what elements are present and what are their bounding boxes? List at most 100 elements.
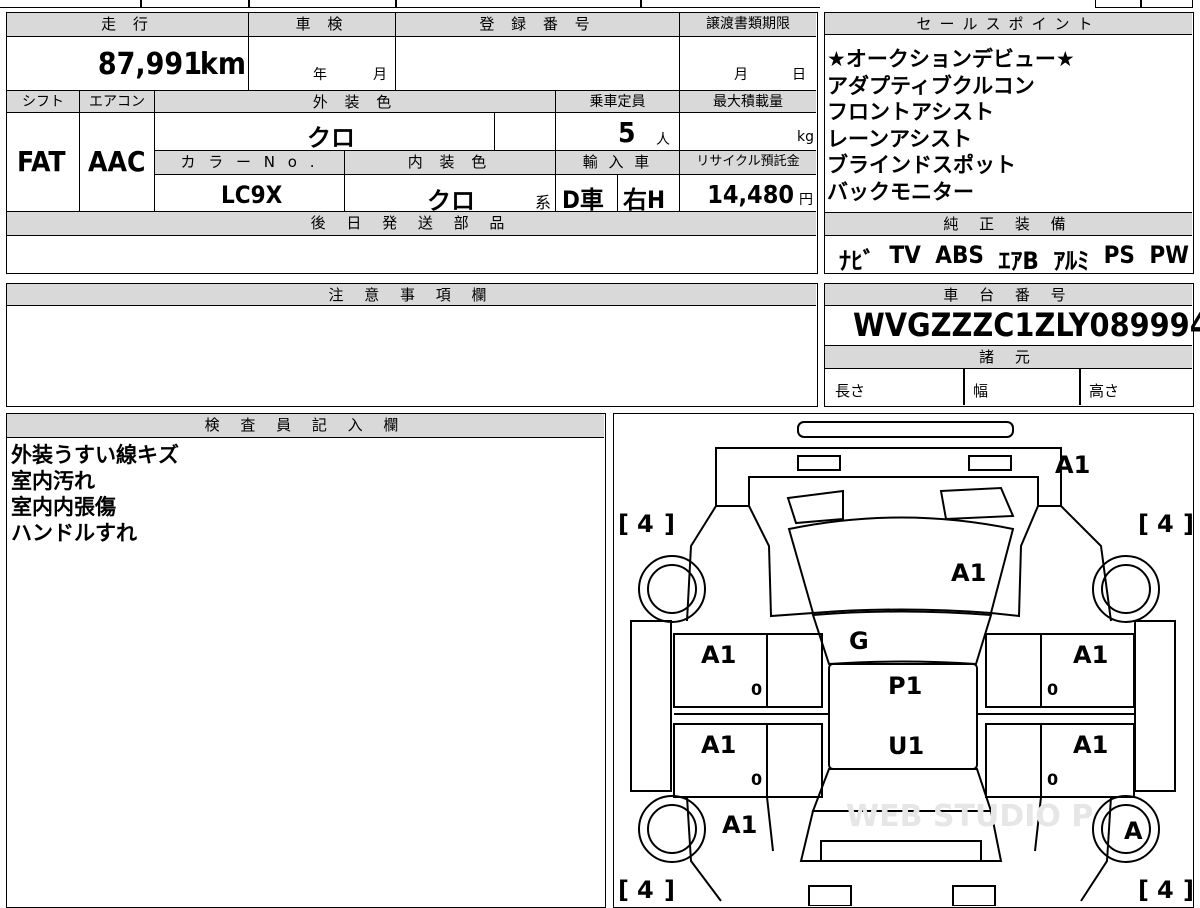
front-light-left-shape: [786, 489, 844, 525]
interior-color-value: クロ: [427, 187, 475, 215]
car-diagram: WEB STUDIO P [ 4 ] [ 4 ] [ 4 ] [ 4 ] A1 …: [618, 421, 1192, 906]
ac-cell: AAC: [80, 113, 155, 212]
transfer-month-unit: 月: [734, 67, 748, 83]
equipment-item: PW: [1149, 241, 1189, 269]
mark-rear-right-wheel: A: [1124, 817, 1143, 845]
equipment-header: 純 正 装 備: [825, 212, 1192, 236]
inspection-month-unit: 月: [373, 67, 387, 83]
shift-header: シフト: [7, 91, 80, 113]
capacity-cell: 5 人: [556, 113, 680, 151]
door-sub-rr: 0: [1047, 770, 1058, 789]
top-cut-box: [1095, 0, 1193, 8]
ac-header: エアコン: [80, 91, 155, 113]
sales-points-list: ★オークションデビュー★ アダプティブクルコン フロントアシスト レーンアシスト…: [827, 46, 1187, 205]
handle-value: 右H: [623, 186, 666, 214]
interior-color-header: 内 装 色: [345, 151, 556, 175]
bracket-close: ]: [1183, 510, 1192, 538]
mileage-cell: 87,991 km: [7, 37, 249, 91]
door-sub-fl: 0: [751, 680, 762, 699]
sales-point-item: フロントアシスト: [827, 100, 995, 124]
equipment-item: PS: [1103, 241, 1135, 269]
spec-width-label: 幅: [973, 382, 989, 400]
shift-value: FAT: [17, 145, 66, 178]
notes-box: 注 意 事 項 欄: [6, 283, 818, 407]
bracket-open: [: [618, 510, 629, 538]
sales-points-box: セールスポイント ★オークションデビュー★ アダプティブクルコン フロントアシス…: [824, 12, 1194, 275]
recycle-value: 14,480: [707, 180, 794, 209]
interior-color-suffix: 系: [535, 193, 552, 212]
transfer-day-unit: 日: [792, 67, 806, 83]
exterior-color-header: 外 装 色: [155, 91, 556, 113]
rear-bumper-left-shape: [808, 885, 852, 906]
equipment-item: ｴｱB: [998, 247, 1039, 275]
top-cut-row: [0, 0, 820, 8]
sales-points-header: セールスポイント: [825, 13, 1192, 35]
headlight-left-shape: [797, 455, 841, 471]
mark-roof-front: P1: [888, 672, 922, 700]
bracket-close: ]: [664, 510, 675, 538]
mileage-header: 走 行: [7, 13, 249, 37]
mileage-unit: km: [199, 47, 246, 82]
rear-bumper-right-shape: [952, 885, 996, 906]
headlight-right-shape: [968, 455, 1012, 471]
mark-front-right-door: A1: [1073, 641, 1108, 669]
ac-value: AAC: [88, 145, 146, 178]
mark-windshield: G: [849, 627, 869, 655]
equipment-item: ｱﾙﾐ: [1053, 247, 1090, 275]
front-spoiler-shape: [797, 421, 1014, 438]
capacity-unit: 人: [656, 132, 670, 148]
mark-front-bumper: A1: [1055, 451, 1090, 479]
inspector-box: 検 査 員 記 入 欄 外装うすい線キズ 室内汚れ 室内内張傷 ハンドルすれ: [6, 413, 606, 908]
mark-rear-left-door: A1: [701, 731, 736, 759]
right-fender-shape: [1060, 505, 1112, 622]
inspector-header: 検 査 員 記 入 欄: [7, 414, 604, 438]
mark-front-left-door: A1: [701, 641, 736, 669]
mileage-value: 87,991: [97, 47, 202, 82]
chassis-header: 車 台 番 号: [825, 284, 1192, 306]
import-value: D車: [562, 186, 604, 214]
import-cell: D車: [556, 175, 618, 214]
color-no-header: カ ラ ー N o .: [155, 151, 345, 175]
later-parts-header: 後 日 発 送 部 品: [7, 212, 816, 236]
equipment-item: TV: [889, 241, 921, 269]
transfer-docs-header: 譲渡書類期限: [680, 13, 816, 37]
equipment-item: ABS: [935, 241, 984, 269]
inspector-line: 室内内張傷: [11, 495, 116, 519]
exterior-color-value: クロ: [307, 124, 355, 152]
inspector-line: ハンドルすれ: [11, 521, 137, 545]
color-no-cell: LC9X: [155, 175, 345, 212]
chassis-box: 車 台 番 号 WVGZZZC1ZLY089994 諸 元 長さ 幅 高さ: [824, 283, 1200, 407]
specs-header: 諸 元: [825, 345, 1192, 369]
spec-height-label: 高さ: [1089, 382, 1120, 400]
car-diagram-box: WEB STUDIO P [ 4 ] [ 4 ] [ 4 ] [ 4 ] A1 …: [613, 413, 1194, 908]
watermark-text: WEB STUDIO P: [846, 799, 1093, 834]
bracket-open: [: [1138, 510, 1149, 538]
import-header: 輸 入 車: [556, 151, 680, 175]
transfer-docs-cell: 月 日: [680, 37, 816, 91]
max-load-cell: kg: [680, 113, 816, 151]
recycle-header: リサイクル預託金: [680, 151, 816, 175]
tire-front-right: 4: [1157, 510, 1174, 538]
notes-header: 注 意 事 項 欄: [7, 284, 816, 306]
mark-rear-left-quarter: A1: [722, 811, 757, 839]
right-mirror-area-shape: [1134, 620, 1176, 792]
rear-left-glass-shape: [766, 723, 823, 798]
inspector-lines: 外装うすい線キズ 室内汚れ 室内内張傷 ハンドルすれ: [11, 442, 179, 546]
right-a-pillar-shape: [990, 505, 1039, 618]
equipment-item: ﾅﾋﾞ: [839, 247, 875, 275]
sales-point-item: アダプティブクルコン: [827, 73, 1035, 98]
recycle-unit: 円: [799, 192, 813, 208]
registration-cell: [396, 37, 680, 91]
mark-roof-rear: U1: [888, 732, 924, 760]
vehicle-info-table: 走 行 車 検 登 録 番 号 譲渡書類期限 87,991 km 年 月 月 日…: [6, 12, 818, 274]
left-rear-quarter-shape: [686, 796, 722, 902]
front-left-glass-shape: [766, 633, 823, 708]
color-no-value: LC9X: [221, 181, 283, 209]
interior-color-cell: クロ 系: [345, 175, 556, 215]
handle-cell: 右H: [618, 175, 680, 214]
max-load-unit: kg: [797, 129, 814, 145]
windshield-shape: [811, 610, 993, 666]
left-c-pillar-shape: [766, 796, 774, 852]
front-right-wheel-inner: [1101, 564, 1151, 614]
rear-plate-shape: [820, 840, 982, 862]
